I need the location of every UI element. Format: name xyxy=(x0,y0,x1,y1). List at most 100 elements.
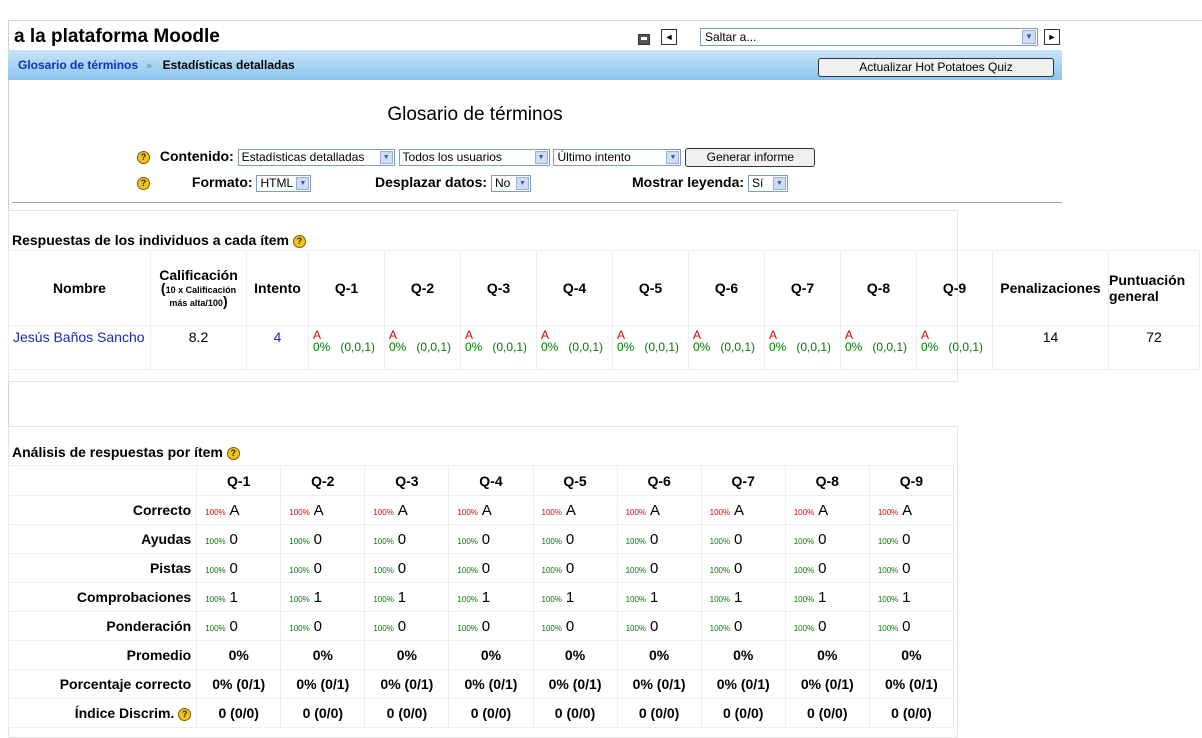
summary-cell: 0 (0/0) xyxy=(448,698,534,728)
q8-code: (0,0,1) xyxy=(872,340,908,354)
help-icon[interactable]: ? xyxy=(137,176,150,190)
q5-pct: 0% xyxy=(617,340,635,354)
q9-pct: 0% xyxy=(921,340,939,354)
legend-select[interactable]: Sí ▼ xyxy=(747,174,788,192)
student-name-link[interactable]: Jesús Baños Sancho xyxy=(8,325,151,370)
student-name[interactable]: Jesús Baños Sancho xyxy=(13,329,145,345)
cell-percent: 100% xyxy=(709,594,731,604)
cell-value: A xyxy=(902,501,913,519)
help-icon[interactable]: ? xyxy=(137,151,150,164)
breadcrumb-glossary-link[interactable]: Glosario de términos xyxy=(18,58,138,72)
leyenda-label: Mostrar leyenda: xyxy=(632,174,745,190)
analysis-cell: 100% 0 xyxy=(700,524,786,554)
prev-activity-button[interactable]: ◄ xyxy=(661,29,677,45)
analysis-cell: 100% 0 xyxy=(616,611,702,641)
analysis-cell: 100% 0 xyxy=(784,611,870,641)
cell-value: 0 xyxy=(313,617,322,635)
responses-title: Respuestas de los individuos a cada ítem… xyxy=(12,232,306,248)
cell-percent: 100% xyxy=(877,565,899,575)
analysis-cell: 100% 0 xyxy=(448,524,534,554)
analysis-cell: 100% A xyxy=(280,495,366,525)
analysis-cell: 100% 0 xyxy=(532,611,618,641)
analysis-cell: 100% A xyxy=(700,495,786,525)
analysis-cell: 100% 0 xyxy=(868,611,955,641)
help-icon[interactable]: ? xyxy=(178,707,192,721)
cell-percent: 100% xyxy=(205,536,226,546)
analysis-title-text: Análisis de respuestas por ítem xyxy=(12,444,223,460)
cell-value: 0 xyxy=(397,559,407,577)
q6-code: (0,0,1) xyxy=(720,340,756,354)
cell-value: A xyxy=(481,501,492,519)
q8-answer: A xyxy=(845,328,854,342)
cell-percent: 100% xyxy=(709,507,731,517)
cell-percent: 100% xyxy=(373,536,394,546)
summary-cell: 0 (0/0) xyxy=(364,698,450,728)
analysis-cell: 100% 0 xyxy=(280,524,366,554)
users-select[interactable]: Todos los usuarios ▼ xyxy=(398,149,550,166)
help-icon[interactable]: ? xyxy=(226,446,240,460)
help-icon[interactable]: ? xyxy=(292,234,306,248)
responses-title-text: Respuestas de los individuos a cada ítem xyxy=(12,232,289,248)
content-row: ? Contenido: Estadísticas detalladas ▼ To… xyxy=(137,148,816,167)
cell-percent: 100% xyxy=(289,565,310,575)
analysis-cell: 100% A xyxy=(196,495,282,525)
q5-code: (0,0,1) xyxy=(644,340,680,354)
breadcrumb-current: Estadísticas detalladas xyxy=(162,58,295,72)
q2-pct: 0% xyxy=(389,340,407,354)
cell-percent: 100% xyxy=(625,565,647,575)
analysis-cell: 100% 1 xyxy=(280,582,366,612)
q6-cell: A 0% (0,0,1) xyxy=(688,325,765,370)
row-label-text: Índice Discrim. xyxy=(74,705,175,721)
cell-value: 1 xyxy=(397,588,407,606)
analysis-cell: 100% A xyxy=(616,495,702,525)
col-penalties: Penalizaciones xyxy=(992,250,1109,326)
next-activity-button[interactable]: ► xyxy=(1044,29,1060,45)
q2-answer: A xyxy=(389,328,398,342)
chevron-down-icon: ▼ xyxy=(1022,30,1036,44)
analysis-cell: 100% 0 xyxy=(280,611,366,641)
cell-value: A xyxy=(397,501,408,519)
cell-value: 0 xyxy=(902,617,911,635)
cell-value: 0 xyxy=(565,559,575,577)
summary-cell: 0 (0/0) xyxy=(280,698,366,728)
analysis-cell: 100% 0 xyxy=(364,524,450,554)
q3-answer: A xyxy=(465,328,474,342)
col-q3: Q-3 xyxy=(460,250,537,326)
blank-header xyxy=(7,465,198,496)
col-q2: Q-2 xyxy=(280,465,366,496)
summary-cell: 0 (0/0) xyxy=(196,698,282,728)
q1-pct: 0% xyxy=(313,340,331,354)
q9-code: (0,0,1) xyxy=(948,340,984,354)
cell-percent: 100% xyxy=(541,565,562,575)
analysis-cell: 100% A xyxy=(448,495,534,525)
attempt-link[interactable]: 4 xyxy=(246,325,309,370)
cell-value: A xyxy=(818,501,829,519)
summary-cell: 0% (0/1) xyxy=(364,669,450,699)
q9-cell: A 0% (0,0,1) xyxy=(916,325,993,370)
cell-value: 1 xyxy=(902,588,911,606)
save-icon[interactable] xyxy=(638,34,650,45)
attempt-select[interactable]: Último intento ▼ xyxy=(553,149,682,166)
cell-value: 0 xyxy=(229,617,238,635)
analysis-cell: 100% 0 xyxy=(448,553,534,583)
cell-percent: 100% xyxy=(541,594,562,604)
cell-percent: 100% xyxy=(205,565,226,575)
update-quiz-button[interactable]: Actualizar Hot Potatoes Quiz xyxy=(818,58,1054,77)
jump-to-select[interactable]: Saltar a... ▼ xyxy=(700,28,1038,46)
attempt-number[interactable]: 4 xyxy=(274,329,282,345)
scroll-select[interactable]: No ▼ xyxy=(490,174,531,192)
q1-answer: A xyxy=(313,328,322,342)
divider xyxy=(12,202,1062,203)
cell-value: 0 xyxy=(818,617,827,635)
q4-cell: A 0% (0,0,1) xyxy=(536,325,613,370)
q8-pct: 0% xyxy=(845,340,863,354)
generate-report-button[interactable]: Generar informe xyxy=(685,148,816,167)
contenido-select[interactable]: Estadísticas detalladas ▼ xyxy=(237,149,395,166)
col-q9: Q-9 xyxy=(916,250,993,326)
attempt-value: Último intento xyxy=(557,150,631,164)
cell-percent: 100% xyxy=(877,536,899,546)
format-select[interactable]: HTML ▼ xyxy=(256,174,312,192)
cell-percent: 100% xyxy=(373,623,394,633)
analysis-title: Análisis de respuestas por ítem ? xyxy=(12,444,240,460)
col-q7: Q-7 xyxy=(700,465,786,496)
